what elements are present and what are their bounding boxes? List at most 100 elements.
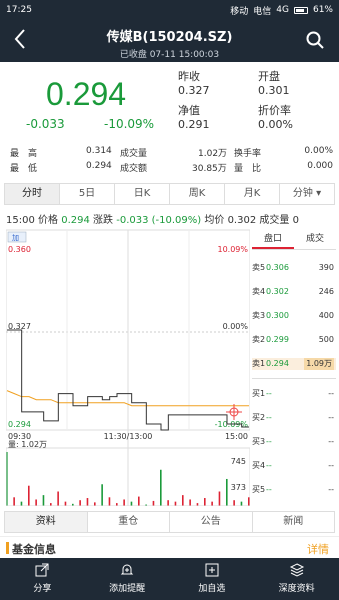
order-volume: 390 (318, 263, 334, 272)
order-label: 买2 (252, 413, 266, 422)
chart-tabs: 分时 5日 日K 周K 月K 分钟 ▾ (4, 183, 335, 205)
status-time: 17:25 (6, 5, 32, 15)
tab-trades[interactable]: 成交 (294, 228, 336, 249)
volume-bar (13, 497, 15, 506)
order-label: 卖5 (252, 263, 266, 272)
y-bot-price: 0.294 (8, 420, 31, 429)
status-bar: 17:25 移动 电信 4G 61% (0, 0, 339, 20)
info-tabs: 资料 重仓 公告 新闻 (4, 511, 335, 533)
chart-svg: 加 0.360 10.09% 0.327 0.00% 0.294 -10.09%… (5, 229, 251, 507)
current-price: 0.294 (46, 76, 127, 112)
intraday-chart[interactable]: 加 0.360 10.09% 0.327 0.00% 0.294 -10.09%… (5, 228, 251, 507)
volume-bar (240, 501, 243, 506)
order-volume: -- (328, 389, 334, 398)
quote-panel: 0.294 -0.033 -10.09% 昨收 0.327 开盘 0.301 净… (0, 62, 339, 140)
carrier2: 电信 (253, 6, 272, 17)
info-time: 15:00 (6, 215, 35, 226)
order-price: 0.306 (266, 263, 289, 272)
price-change: -0.033 (26, 117, 65, 131)
info-line: 15:00 价格 0.294 涨跌 -0.033 (-10.09%) 均价 0.… (6, 211, 299, 226)
tab-intraday[interactable]: 分时 (5, 184, 60, 204)
volume-bar (20, 501, 23, 506)
battery-icon (293, 6, 308, 14)
ask-row-2: 卖2 0.299 500 (252, 334, 336, 346)
fund-info-section: 基金信息 详情 (0, 536, 339, 558)
tab-profile[interactable]: 资料 (5, 512, 88, 532)
volume-bar (86, 498, 89, 506)
order-price: 0.294 (266, 359, 289, 368)
order-price: -- (266, 437, 272, 446)
nav-add-alert[interactable]: 添加提醒 (85, 558, 170, 600)
order-label: 卖1 (252, 359, 266, 368)
order-volume: -- (328, 485, 334, 494)
orderbook-divider (252, 378, 336, 379)
tab-orderbook[interactable]: 盘口 (252, 228, 294, 249)
volume-bar (174, 501, 177, 506)
order-volume: 400 (318, 311, 334, 320)
volume-bar (35, 499, 37, 506)
order-price: -- (266, 413, 272, 422)
volume-bar (182, 495, 184, 506)
nav-share[interactable]: 分享 (0, 558, 85, 600)
y-top-pct: 10.09% (217, 245, 248, 254)
order-book: 盘口 成交 卖5 0.306 390 卖4 0.302 246 卖3 0.300 400 卖2 0.… (252, 228, 336, 506)
discount-label: 折价率 (258, 104, 291, 117)
bell-icon (120, 564, 134, 575)
tab-holdings[interactable]: 重仓 (88, 512, 170, 532)
order-label: 卖2 (252, 335, 266, 344)
open-value: 0.301 (258, 84, 290, 97)
nav-deep-label: 深度资料 (278, 584, 315, 594)
turnover-label: 换手率 (234, 149, 262, 159)
y-top-price: 0.360 (8, 245, 31, 254)
section-accent-bar (6, 542, 9, 554)
ask-row-4: 卖4 0.302 246 (252, 286, 336, 298)
order-label: 买3 (252, 437, 266, 446)
order-volume: -- (328, 461, 334, 470)
volume-bar (101, 484, 103, 506)
tab-announcements[interactable]: 公告 (170, 512, 253, 532)
volume-bar (130, 501, 133, 506)
order-volume: 500 (318, 335, 334, 344)
title-bar: 传媒B(150204.SZ) 已收盘 07-11 15:00:03 (0, 20, 339, 62)
volume-bar (160, 469, 162, 506)
order-price: 0.299 (266, 335, 289, 344)
nav-add-watchlist[interactable]: 加自选 (170, 558, 255, 600)
tab-news[interactable]: 新闻 (253, 512, 335, 532)
high-value: 0.314 (86, 146, 112, 156)
ratio-label: 量 比 (234, 164, 262, 174)
volume-bar (108, 497, 111, 506)
info-vol-label: 成交量 (259, 215, 290, 226)
volume-bar (211, 501, 213, 506)
order-label: 买1 (252, 389, 266, 398)
turnover-value: 0.00% (304, 146, 333, 156)
ask-row-5: 卖5 0.306 390 (252, 262, 336, 274)
price-change-pct: -10.09% (104, 117, 155, 131)
order-label: 买4 (252, 461, 266, 470)
open-label: 开盘 (258, 70, 280, 83)
nav-deep-data[interactable]: 深度资料 (254, 558, 339, 600)
fund-info-more-link[interactable]: 详情 (307, 541, 329, 557)
ask-row-1: 卖1 0.294 1.09万 (252, 358, 336, 370)
tab-monthly-k[interactable]: 月K (225, 184, 280, 204)
share-icon (35, 563, 49, 577)
low-label: 最 低 (10, 164, 38, 174)
tab-weekly-k[interactable]: 周K (170, 184, 225, 204)
ratio-value: 0.000 (307, 161, 333, 171)
volume-mid-tick: 373 (231, 483, 246, 492)
volume-bar (42, 495, 45, 506)
volume-value: 1.02万 (198, 149, 228, 159)
stats-row-low: 最 低 0.294 成交额 30.85万 量 比 0.000 (10, 161, 333, 175)
search-icon[interactable] (305, 30, 325, 50)
tab-5day[interactable]: 5日 (60, 184, 115, 204)
volume-bar (248, 497, 250, 506)
nav-watchlist-label: 加自选 (198, 584, 226, 594)
network-type: 4G (276, 5, 289, 15)
add-icon (205, 563, 219, 577)
volume-bar (64, 501, 67, 506)
tab-daily-k[interactable]: 日K (115, 184, 170, 204)
volume-label: 量: 1.02万 (8, 440, 47, 449)
bid-row-5: 买5 -- -- (252, 484, 336, 496)
tab-minute[interactable]: 分钟 ▾ (280, 184, 334, 204)
order-volume: -- (328, 413, 334, 422)
volume-high-tick: 745 (231, 457, 246, 466)
